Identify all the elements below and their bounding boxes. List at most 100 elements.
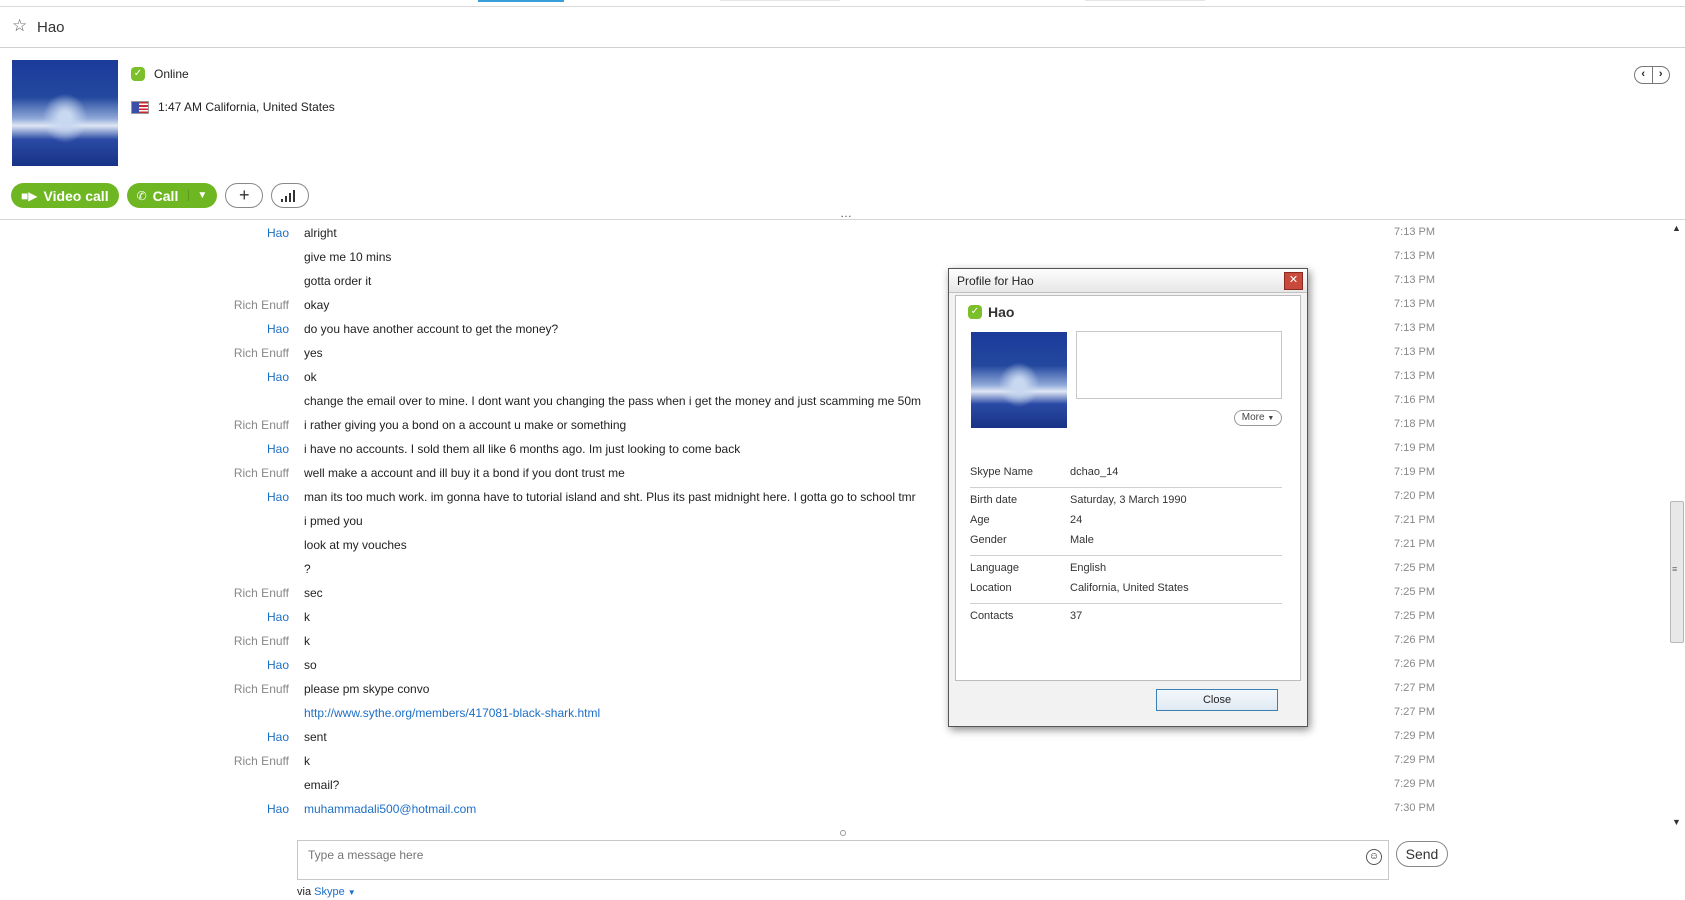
message-timestamp: 7:21 PM (1394, 514, 1435, 526)
message-sender[interactable]: Hao (189, 490, 289, 504)
field-label: Language (970, 562, 1019, 574)
message-sender[interactable]: Rich Enuff (189, 634, 289, 648)
call-actions: ■▶ Video call ✆ Call ▼ + (11, 183, 310, 208)
send-button[interactable]: Send (1396, 841, 1448, 867)
message-sender[interactable]: Rich Enuff (189, 754, 289, 768)
message-sender[interactable]: Hao (189, 226, 289, 240)
add-button[interactable]: + (225, 183, 264, 208)
message-timestamp: 7:16 PM (1394, 394, 1435, 406)
message-sender[interactable]: Hao (189, 730, 289, 744)
field-divider (970, 603, 1282, 604)
message-text: i rather giving you a bond on a account … (304, 418, 627, 432)
message-sender[interactable]: Rich Enuff (189, 682, 289, 696)
message-text: change the email over to mine. I dont wa… (304, 394, 922, 408)
message-timestamp: 7:30 PM (1394, 802, 1435, 814)
message-sender[interactable]: Rich Enuff (189, 418, 289, 432)
call-dropdown-icon[interactable]: ▼ (188, 190, 207, 201)
message-timestamp: 7:26 PM (1394, 634, 1435, 646)
video-call-label: Video call (43, 187, 109, 204)
field-language: Language English (970, 562, 1282, 582)
call-button[interactable]: ✆ Call ▼ (126, 183, 218, 208)
field-value: 37 (1070, 610, 1083, 622)
chat-scrollbar[interactable]: ▲ ≡ ▼ (1668, 221, 1685, 831)
more-button[interactable]: More ▼ (1234, 410, 1282, 426)
tab-indicator[interactable] (1085, 0, 1205, 1)
via-prefix: via (297, 886, 312, 898)
field-value: California, United States (1070, 582, 1189, 594)
field-gender: Gender Male (970, 534, 1282, 554)
via-service: via Skype ▼ (297, 886, 356, 898)
emoticon-icon[interactable]: ☺ (1366, 849, 1382, 865)
favorite-star-icon[interactable]: ☆ (12, 16, 27, 36)
message-timestamp: 7:13 PM (1394, 250, 1435, 262)
message-sender[interactable]: Hao (189, 370, 289, 384)
profile-name-row: ✓ Hao (968, 304, 1014, 320)
dialog-titlebar[interactable]: Profile for Hao ✕ (949, 269, 1307, 293)
profile-fields: Skype Name dchao_14 Birth date Saturday,… (970, 466, 1282, 630)
message-text: well make a account and ill buy it a bon… (304, 466, 625, 480)
message-text: please pm skype convo (304, 682, 430, 696)
scroll-down-icon[interactable]: ▼ (1672, 817, 1681, 827)
message-text: do you have another account to get the m… (304, 322, 559, 336)
message-text: k (304, 754, 310, 768)
message-sender[interactable]: Hao (189, 442, 289, 456)
contact-name: Hao (37, 19, 65, 36)
message-timestamp: 7:13 PM (1394, 226, 1435, 238)
message-sender[interactable]: Hao (189, 802, 289, 816)
message-timestamp: 7:13 PM (1394, 346, 1435, 358)
top-tab-strip (0, 0, 1685, 7)
field-label: Birth date (970, 494, 1018, 506)
message-timestamp: 7:25 PM (1394, 610, 1435, 622)
message-text: i have no accounts. I sold them all like… (304, 442, 741, 456)
video-call-button[interactable]: ■▶ Video call (11, 183, 119, 208)
message-row: Hao alright 7:13 PM (0, 226, 1440, 250)
message-sender[interactable]: Hao (189, 322, 289, 336)
profile-nav-arrows: ‹ › (1634, 66, 1670, 84)
message-link[interactable]: http://www.sythe.org/members/417081-blac… (304, 706, 600, 720)
message-input[interactable] (306, 847, 1310, 863)
field-label: Age (970, 514, 990, 526)
local-time-row: 1:47 AM California, United States (131, 100, 335, 114)
message-sender[interactable]: Rich Enuff (189, 346, 289, 360)
message-timestamp: 7:19 PM (1394, 466, 1435, 478)
field-contacts: Contacts 37 (970, 610, 1282, 630)
compose-resize-handle[interactable] (840, 830, 846, 836)
status-row: ✓ Online (131, 67, 189, 81)
message-row: Hao sent 7:29 PM (0, 730, 1440, 754)
message-sender[interactable]: Hao (189, 658, 289, 672)
close-icon[interactable]: ✕ (1284, 272, 1303, 290)
message-row: email? 7:29 PM (0, 778, 1440, 802)
close-button[interactable]: Close (1156, 689, 1278, 711)
more-label: More (1241, 412, 1265, 423)
previous-arrow-icon[interactable]: ‹ (1635, 67, 1652, 83)
via-service-selector[interactable]: Skype ▼ (314, 886, 356, 898)
message-row: Rich Enuff k 7:29 PM (0, 754, 1440, 778)
message-sender[interactable]: Rich Enuff (189, 466, 289, 480)
scroll-up-icon[interactable]: ▲ (1672, 223, 1681, 233)
video-camera-icon: ■▶ (21, 188, 38, 203)
message-sender[interactable]: Rich Enuff (189, 586, 289, 600)
message-text: so (304, 658, 317, 672)
message-text: sent (304, 730, 327, 744)
message-link[interactable]: muhammadali500@hotmail.com (304, 802, 476, 816)
message-sender[interactable]: Rich Enuff (189, 298, 289, 312)
field-value: dchao_14 (1070, 466, 1119, 478)
compose-box[interactable]: ☺ (297, 840, 1389, 880)
via-service-label: Skype (314, 886, 345, 898)
message-timestamp: 7:29 PM (1394, 778, 1435, 790)
message-timestamp: 7:27 PM (1394, 706, 1435, 718)
status-text: Online (154, 67, 189, 81)
active-tab-indicator[interactable] (478, 0, 564, 2)
call-quality-button[interactable] (271, 183, 310, 208)
tab-indicator[interactable] (720, 0, 840, 1)
field-value: 24 (1070, 514, 1083, 526)
contact-avatar[interactable] (12, 60, 118, 166)
message-sender[interactable]: Hao (189, 610, 289, 624)
message-text: gotta order it (304, 274, 372, 288)
chevron-down-icon: ▼ (1267, 415, 1275, 422)
next-arrow-icon[interactable]: › (1651, 67, 1670, 83)
message-text: okay (304, 298, 330, 312)
dialog-footer: Close (949, 679, 1307, 726)
pane-resize-handle[interactable]: … (840, 206, 853, 220)
online-status-icon: ✓ (968, 305, 982, 319)
